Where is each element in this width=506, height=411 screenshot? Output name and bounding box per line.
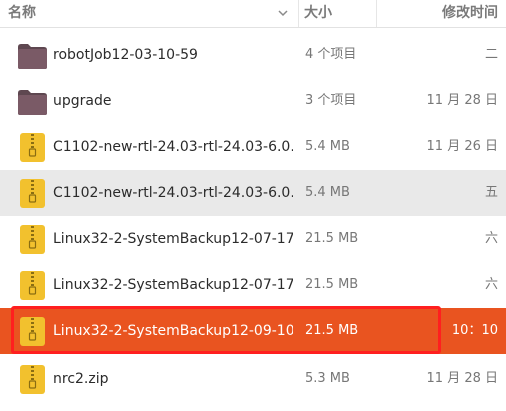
- file-size: 21.5 MB: [305, 323, 359, 338]
- file-row[interactable]: robotJob12-03-10-59 4 个项目 二: [0, 32, 506, 78]
- zip-archive-icon: [20, 133, 45, 162]
- file-row[interactable]: Linux32-2-SystemBackup12-07-17... 21.5 M…: [0, 262, 506, 308]
- file-size: 5.4 MB: [305, 185, 350, 200]
- file-size: 21.5 MB: [305, 277, 359, 292]
- zip-archive-icon: [20, 179, 45, 208]
- file-size: 5.4 MB: [305, 139, 350, 154]
- file-modified: 五: [484, 185, 498, 200]
- file-name: nrc2.zip: [53, 371, 109, 387]
- zip-archive-icon: [20, 317, 45, 346]
- file-size: 3 个项目: [305, 93, 357, 108]
- file-row[interactable]: nrc2.zip 5.3 MB 11 月 28 日: [0, 356, 506, 402]
- file-row[interactable]: Linux32-2-SystemBackup12-07-17... 21.5 M…: [0, 216, 506, 262]
- file-name: Linux32-2-SystemBackup12-07-17...: [53, 277, 293, 293]
- name-column-header[interactable]: 名称: [0, 0, 297, 27]
- file-modified: 11 月 28 日: [426, 371, 498, 386]
- file-row[interactable]: upgrade 3 个项目 11 月 28 日: [0, 78, 506, 124]
- folder-icon: [18, 44, 47, 69]
- file-modified: 10：10: [451, 323, 498, 338]
- file-modified: 二: [484, 47, 498, 62]
- file-modified: 六: [484, 277, 498, 292]
- column-header-bar: 名称 大小 修改时间: [0, 0, 506, 28]
- zip-archive-icon: [20, 271, 45, 300]
- file-size: 4 个项目: [305, 47, 357, 62]
- file-row[interactable]: C1102-new-rtl-24.03-rtl-24.03-6.0.... 5.…: [0, 170, 506, 216]
- file-size: 21.5 MB: [305, 231, 359, 246]
- file-modified: 六: [484, 231, 498, 246]
- file-name: C1102-new-rtl-24.03-rtl-24.03-6.0....: [53, 185, 293, 201]
- size-column-header[interactable]: 大小: [298, 0, 375, 27]
- file-name: Linux32-2-SystemBackup12-09-10...: [53, 323, 293, 339]
- file-row-selected[interactable]: Linux32-2-SystemBackup12-09-10... 21.5 M…: [0, 308, 506, 354]
- file-list-view: 名称 大小 修改时间 robotJob12-03-10-59 4 个项目 二 u…: [0, 0, 506, 411]
- sort-descending-icon[interactable]: [276, 6, 290, 20]
- file-name: robotJob12-03-10-59: [53, 47, 198, 63]
- file-row[interactable]: C1102-new-rtl-24.03-rtl-24.03-6.0.... 5.…: [0, 124, 506, 170]
- file-modified: 11 月 28 日: [426, 93, 498, 108]
- zip-archive-icon: [20, 225, 45, 254]
- folder-icon: [18, 90, 47, 115]
- modified-column-header[interactable]: 修改时间: [376, 0, 506, 27]
- file-modified: 11 月 26 日: [426, 139, 498, 154]
- zip-archive-icon: [20, 365, 45, 394]
- file-name: C1102-new-rtl-24.03-rtl-24.03-6.0....: [53, 139, 293, 155]
- file-name: Linux32-2-SystemBackup12-07-17...: [53, 231, 293, 247]
- file-size: 5.3 MB: [305, 371, 350, 386]
- file-name: upgrade: [53, 93, 112, 109]
